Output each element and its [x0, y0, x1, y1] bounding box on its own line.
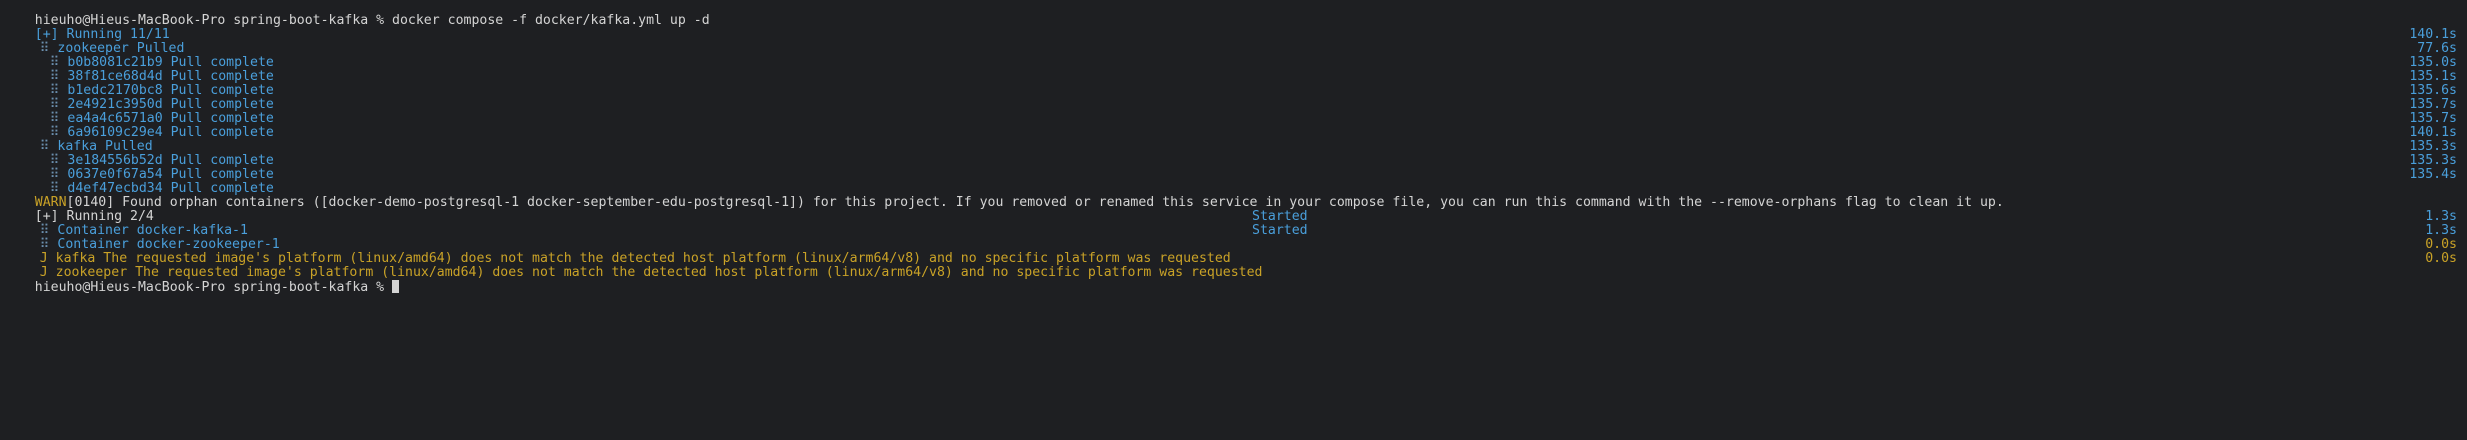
container-line: ⠿ Container docker-zookeeper-1 [39, 237, 280, 252]
pull-line-layer: ⠿ 38f81ce68d4d Pull complete [49, 69, 274, 84]
container-status: Started [1252, 209, 1308, 224]
text-cursor [392, 280, 400, 293]
container-duration: 1.3s [2425, 223, 2457, 238]
pull-line-layer: ⠿ 6a96109c29e4 Pull complete [49, 125, 274, 140]
pull-duration: 135.7s [2409, 111, 2457, 126]
command-line[interactable]: hieuho@Hieus-MacBook-Pro spring-boot-kaf… [3, 266, 400, 295]
running-progress-header: [+] Running 2/4 [34, 209, 154, 224]
pull-line-zookeeper: ⠿ zookeeper Pulled [39, 41, 185, 56]
pull-line-layer: ⠿ b1edc2170bc8 Pull complete [49, 83, 274, 98]
pull-duration: 135.3s [2409, 153, 2457, 168]
pull-duration: 135.4s [2409, 167, 2457, 182]
command-line: hieuho@Hieus-MacBook-Pro spring-boot-kaf… [3, 0, 710, 28]
pull-line-kafka: ⠿ kafka Pulled [39, 139, 153, 154]
pull-line-layer: ⠿ 2e4921c3950d Pull complete [49, 97, 274, 112]
terminal-window[interactable]: hieuho@Hieus-MacBook-Pro spring-boot-kaf… [0, 0, 2467, 440]
container-status: Started [1252, 223, 1308, 238]
platform-warning-duration: 0.0s [2425, 237, 2457, 252]
pull-duration: 135.0s [2409, 55, 2457, 70]
pull-duration: 140.1s [2409, 125, 2457, 140]
pull-duration: 140.1s [2409, 27, 2457, 42]
pull-line-layer: ⠿ ea4a4c6571a0 Pull complete [49, 111, 274, 126]
warn-message: [0140] Found orphan containers ([docker-… [66, 195, 2004, 210]
pull-line-layer: ⠿ b0b8081c21b9 Pull complete [49, 55, 274, 70]
platform-warning-duration: 0.0s [2425, 251, 2457, 266]
pull-line-layer: ⠿ 3e184556b52d Pull complete [49, 153, 274, 168]
platform-warning-line: J zookeeper The requested image's platfo… [39, 265, 1263, 280]
orphan-warning-line: WARN[0140] Found orphan containers ([doc… [3, 182, 2004, 210]
pull-duration: 135.1s [2409, 69, 2457, 84]
pull-line-layer: ⠿ d4ef47ecbd34 Pull complete [49, 181, 274, 196]
pull-line-layer: ⠿ 0637e0f67a54 Pull complete [49, 167, 274, 182]
container-line: ⠿ Container docker-kafka-1 [39, 223, 248, 238]
pull-duration: 135.6s [2409, 83, 2457, 98]
running-progress-header: [+] Running 11/11 [34, 27, 170, 42]
pull-duration: 77.6s [2417, 41, 2457, 56]
platform-warning-line: J kafka The requested image's platform (… [39, 251, 1231, 266]
command-text: docker compose -f docker/kafka.yml up -d [392, 13, 710, 28]
container-duration: 1.3s [2425, 209, 2457, 224]
pull-duration: 135.7s [2409, 97, 2457, 112]
pull-duration: 135.3s [2409, 139, 2457, 154]
shell-prompt: hieuho@Hieus-MacBook-Pro spring-boot-kaf… [34, 280, 393, 295]
